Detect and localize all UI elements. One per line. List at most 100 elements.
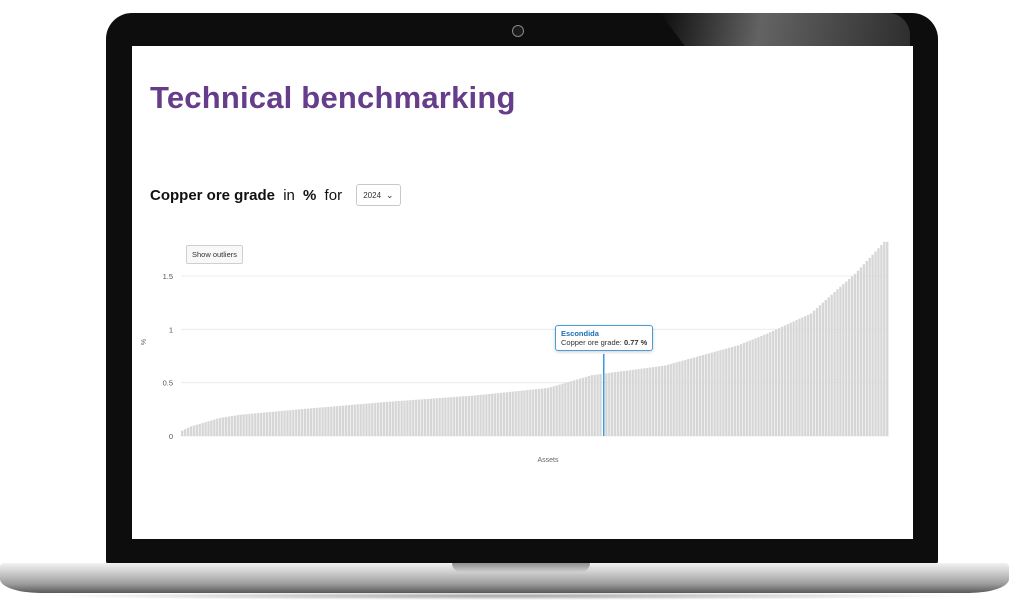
bar[interactable] <box>400 400 403 436</box>
bar[interactable] <box>625 370 629 436</box>
bar[interactable] <box>318 407 321 436</box>
bar[interactable] <box>760 335 763 436</box>
bar[interactable] <box>529 389 532 436</box>
bar[interactable] <box>880 245 883 436</box>
bar[interactable] <box>397 401 400 436</box>
bar[interactable] <box>631 369 634 436</box>
bar[interactable] <box>467 395 471 436</box>
bar[interactable] <box>690 358 693 436</box>
bar[interactable] <box>476 395 479 436</box>
bar[interactable] <box>219 417 222 436</box>
bar[interactable] <box>728 347 731 436</box>
bar[interactable] <box>426 398 430 436</box>
bar[interactable] <box>616 371 620 436</box>
bar[interactable] <box>777 328 781 436</box>
bar[interactable] <box>546 388 550 436</box>
bar[interactable] <box>810 313 813 436</box>
bar[interactable] <box>251 413 254 436</box>
bar[interactable] <box>248 413 251 436</box>
bar[interactable] <box>780 326 784 436</box>
bar[interactable] <box>207 421 210 436</box>
bar[interactable] <box>406 400 409 436</box>
bar[interactable] <box>488 393 491 436</box>
bar[interactable] <box>432 398 435 436</box>
bar[interactable] <box>748 340 751 436</box>
bar[interactable] <box>306 408 310 436</box>
bar[interactable] <box>502 392 506 436</box>
bar[interactable] <box>409 400 412 436</box>
bar[interactable] <box>850 276 854 436</box>
bar[interactable] <box>713 351 716 436</box>
bar[interactable] <box>198 423 201 436</box>
bar[interactable] <box>511 391 514 436</box>
bar[interactable] <box>611 372 614 436</box>
bar[interactable] <box>754 338 757 436</box>
bar[interactable] <box>394 401 397 436</box>
bar[interactable] <box>584 376 588 436</box>
bar[interactable] <box>204 422 207 436</box>
bar[interactable] <box>274 411 277 436</box>
bar[interactable] <box>213 419 216 436</box>
bar[interactable] <box>874 251 877 436</box>
bar[interactable] <box>593 374 596 436</box>
bar[interactable] <box>224 416 228 436</box>
bar[interactable] <box>540 388 544 436</box>
bar[interactable] <box>719 350 722 436</box>
bar[interactable] <box>456 396 459 436</box>
bar[interactable] <box>415 399 418 436</box>
bar[interactable] <box>640 368 643 436</box>
bar[interactable] <box>517 390 520 436</box>
bar[interactable] <box>181 430 184 436</box>
bar[interactable] <box>429 398 433 436</box>
bar[interactable] <box>230 416 234 436</box>
bar[interactable] <box>657 366 661 436</box>
bar[interactable] <box>599 374 602 436</box>
bar[interactable] <box>669 363 672 436</box>
bar[interactable] <box>257 413 260 436</box>
bar[interactable] <box>654 366 658 436</box>
bar[interactable] <box>649 367 652 436</box>
bar[interactable] <box>216 418 219 436</box>
bar[interactable] <box>391 401 394 436</box>
bar[interactable] <box>458 396 462 436</box>
bar[interactable] <box>289 410 292 436</box>
bar[interactable] <box>403 400 406 436</box>
bar[interactable] <box>564 382 567 436</box>
bar[interactable] <box>365 403 368 436</box>
bar[interactable] <box>435 398 438 436</box>
bar[interactable] <box>812 310 816 436</box>
bar[interactable] <box>692 357 696 436</box>
bar[interactable] <box>798 318 801 436</box>
bar[interactable] <box>341 405 345 436</box>
bar[interactable] <box>763 334 766 436</box>
bar[interactable] <box>859 267 863 436</box>
bar[interactable] <box>824 300 827 436</box>
bar[interactable] <box>496 393 500 436</box>
bar[interactable] <box>368 403 371 436</box>
bar[interactable] <box>745 341 748 436</box>
bar[interactable] <box>652 367 655 436</box>
bar[interactable] <box>783 325 787 436</box>
bar[interactable] <box>259 412 263 436</box>
bar[interactable] <box>725 348 728 436</box>
bar[interactable] <box>628 370 631 436</box>
bar[interactable] <box>385 401 389 436</box>
bar[interactable] <box>447 397 450 436</box>
bar[interactable] <box>865 261 868 436</box>
bar[interactable] <box>499 392 503 436</box>
bar[interactable] <box>827 297 830 436</box>
bar[interactable] <box>637 369 640 436</box>
bar[interactable] <box>312 408 315 436</box>
bar[interactable] <box>801 317 804 436</box>
bar[interactable] <box>663 365 667 436</box>
bar[interactable] <box>186 427 190 436</box>
bar[interactable] <box>549 387 552 436</box>
bar[interactable] <box>622 370 626 436</box>
bar[interactable] <box>573 380 576 436</box>
bar[interactable] <box>537 388 541 436</box>
bar[interactable] <box>227 416 231 436</box>
bar[interactable] <box>789 322 792 436</box>
bar[interactable] <box>309 408 313 436</box>
bar[interactable] <box>350 404 354 436</box>
bar[interactable] <box>280 410 283 436</box>
